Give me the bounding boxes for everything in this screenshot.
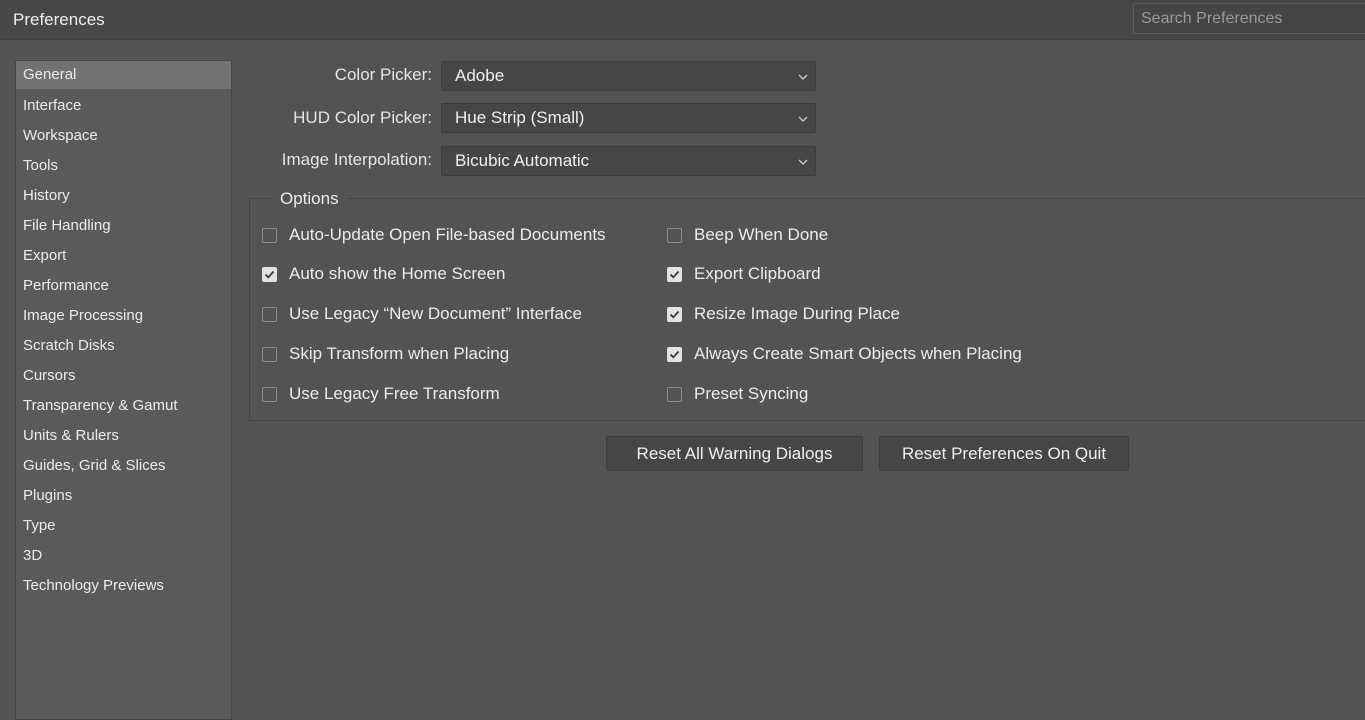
checkmark-icon (264, 270, 275, 279)
title-bar: Preferences (0, 0, 1365, 40)
options-legend: Options (272, 189, 347, 209)
sidebar-item-cursors[interactable]: Cursors (16, 361, 231, 391)
chevron-down-icon (798, 159, 808, 165)
checkbox[interactable] (667, 306, 682, 322)
checkmark-icon (669, 270, 680, 279)
sidebar-item-workspace[interactable]: Workspace (16, 121, 231, 151)
auto-update-documents-option[interactable]: Auto-Update Open File-based Documents (262, 224, 606, 246)
sidebar-item-label: File Handling (23, 217, 111, 234)
option-label: Preset Syncing (694, 384, 809, 403)
image-interpolation-select[interactable]: Bicubic Automatic (441, 146, 816, 176)
sidebar-item-label: 3D (23, 547, 43, 564)
chevron-down-icon (798, 74, 808, 80)
sidebar-item-label: Image Processing (23, 307, 144, 324)
window-title: Preferences (13, 10, 105, 29)
beep-when-done-option[interactable]: Beep When Done (667, 224, 828, 246)
sidebar-item-label: Tools (23, 157, 59, 174)
sidebar-item-label: Interface (23, 97, 82, 114)
sidebar-item-label: Plugins (23, 487, 73, 504)
sidebar-item-3d[interactable]: 3D (16, 541, 231, 571)
sidebar-item-image-processing[interactable]: Image Processing (16, 301, 231, 331)
preset-syncing-option[interactable]: Preset Syncing (667, 383, 808, 405)
sidebar-item-type[interactable]: Type (16, 511, 231, 541)
sidebar-item-export[interactable]: Export (16, 241, 231, 271)
sidebar-item-plugins[interactable]: Plugins (16, 481, 231, 511)
image-interpolation-value: Bicubic Automatic (455, 151, 590, 170)
preferences-sidebar: General Interface Workspace Tools Histor… (15, 60, 232, 720)
hud-color-picker-label: HUD Color Picker: (293, 108, 432, 127)
option-label: Export Clipboard (694, 264, 821, 283)
option-label: Use Legacy “New Document” Interface (289, 304, 582, 323)
sidebar-item-label: Performance (23, 277, 109, 294)
sidebar-item-file-handling[interactable]: File Handling (16, 211, 231, 241)
checkmark-icon (669, 310, 680, 319)
option-label: Beep When Done (694, 225, 829, 244)
checkbox[interactable] (667, 227, 682, 243)
sidebar-item-scratch-disks[interactable]: Scratch Disks (16, 331, 231, 361)
sidebar-item-label: Transparency & Gamut (23, 397, 178, 414)
sidebar-item-label: Export (23, 247, 67, 264)
checkmark-icon (669, 350, 680, 359)
auto-show-home-screen-option[interactable]: Auto show the Home Screen (262, 263, 505, 285)
chevron-down-icon (798, 116, 808, 122)
checkbox[interactable] (262, 386, 277, 402)
checkbox[interactable] (262, 346, 277, 362)
sidebar-item-label: Technology Previews (23, 577, 164, 594)
checkbox[interactable] (667, 346, 682, 362)
search-preferences-input[interactable] (1133, 3, 1365, 34)
sidebar-item-transparency-gamut[interactable]: Transparency & Gamut (16, 391, 231, 421)
sidebar-item-general[interactable]: General (16, 61, 231, 89)
option-label: Always Create Smart Objects when Placing (694, 344, 1022, 363)
option-label: Use Legacy Free Transform (289, 384, 500, 403)
checkbox[interactable] (667, 386, 682, 402)
reset-all-warning-dialogs-button[interactable]: Reset All Warning Dialogs (606, 436, 863, 471)
sidebar-item-guides-grid-slices[interactable]: Guides, Grid & Slices (16, 451, 231, 481)
sidebar-item-label: Units & Rulers (23, 427, 119, 444)
always-create-smart-objects-option[interactable]: Always Create Smart Objects when Placing (667, 343, 1022, 365)
resize-image-during-place-option[interactable]: Resize Image During Place (667, 303, 900, 325)
sidebar-item-history[interactable]: History (16, 181, 231, 211)
reset-preferences-on-quit-button[interactable]: Reset Preferences On Quit (879, 436, 1129, 471)
option-label: Resize Image During Place (694, 304, 900, 323)
sidebar-item-label: General (23, 66, 77, 83)
sidebar-item-label: Scratch Disks (23, 337, 115, 354)
sidebar-item-label: Guides, Grid & Slices (23, 457, 166, 474)
sidebar-item-units-rulers[interactable]: Units & Rulers (16, 421, 231, 451)
export-clipboard-option[interactable]: Export Clipboard (667, 263, 821, 285)
sidebar-item-label: Workspace (23, 127, 98, 144)
legacy-free-transform-option[interactable]: Use Legacy Free Transform (262, 383, 500, 405)
sidebar-item-tools[interactable]: Tools (16, 151, 231, 181)
option-label: Auto-Update Open File-based Documents (289, 225, 606, 244)
sidebar-item-label: Type (23, 517, 56, 534)
checkbox[interactable] (667, 266, 682, 282)
sidebar-item-technology-previews[interactable]: Technology Previews (16, 571, 231, 601)
hud-color-picker-value: Hue Strip (Small) (455, 108, 585, 127)
color-picker-value: Adobe (455, 66, 505, 85)
image-interpolation-label: Image Interpolation: (281, 150, 432, 169)
sidebar-item-label: History (23, 187, 70, 204)
color-picker-label: Color Picker: (334, 65, 432, 84)
skip-transform-option[interactable]: Skip Transform when Placing (262, 343, 509, 365)
checkbox[interactable] (262, 266, 277, 282)
hud-color-picker-select[interactable]: Hue Strip (Small) (441, 103, 816, 133)
checkbox[interactable] (262, 306, 277, 322)
option-label: Skip Transform when Placing (289, 344, 510, 363)
checkbox[interactable] (262, 227, 277, 243)
sidebar-item-performance[interactable]: Performance (16, 271, 231, 301)
sidebar-item-interface[interactable]: Interface (16, 91, 231, 121)
legacy-new-document-option[interactable]: Use Legacy “New Document” Interface (262, 303, 582, 325)
sidebar-item-label: Cursors (23, 367, 76, 384)
option-label: Auto show the Home Screen (289, 264, 506, 283)
color-picker-select[interactable]: Adobe (441, 61, 816, 91)
